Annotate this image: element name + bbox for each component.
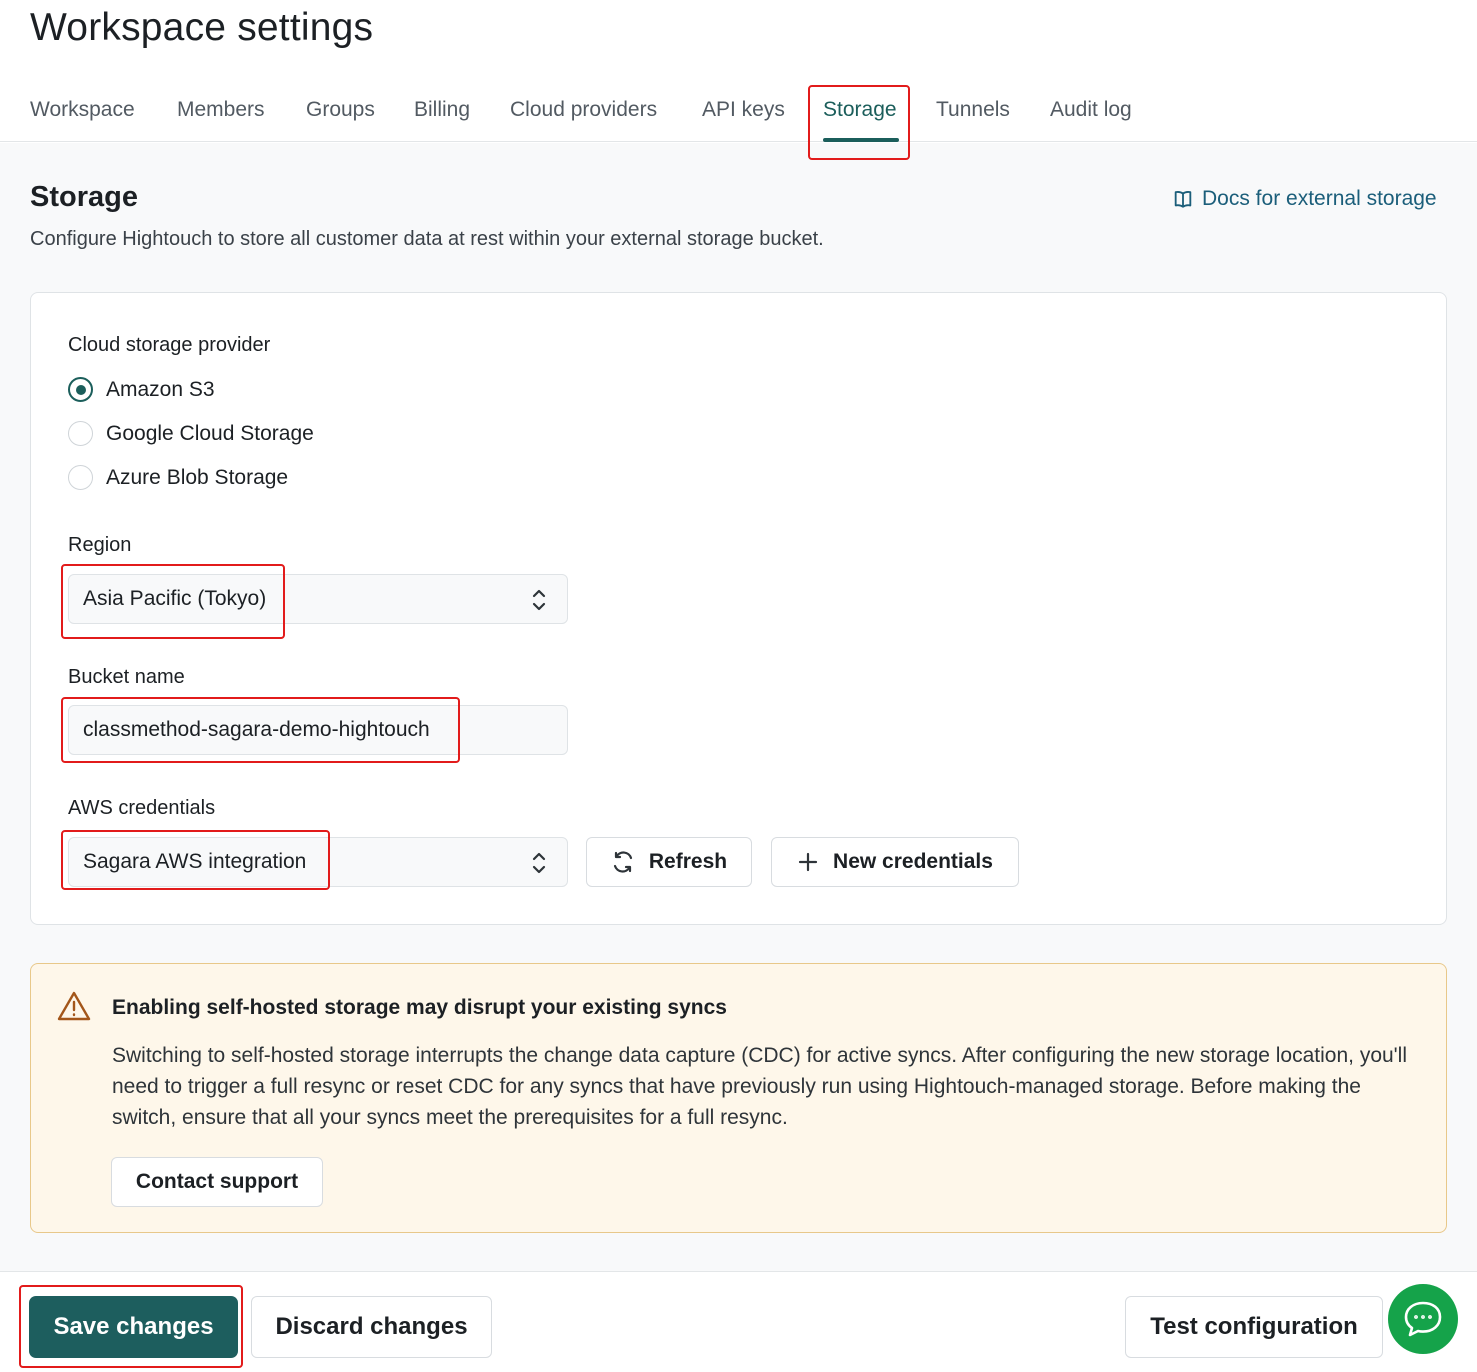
radio-button[interactable] <box>68 377 93 402</box>
region-select[interactable]: Asia Pacific (Tokyo) <box>68 574 568 624</box>
book-icon <box>1174 191 1192 208</box>
warning-body: Switching to self-hosted storage interru… <box>112 1044 1408 1129</box>
chat-bubble-icon <box>1404 1301 1442 1337</box>
docs-link[interactable]: Docs for external storage <box>1172 187 1437 211</box>
section-title: Storage <box>30 181 138 213</box>
warning-icon <box>57 991 91 1021</box>
radio-google-cloud-storage[interactable]: Google Cloud Storage <box>68 421 314 446</box>
settings-header: Workspace settings Workspace Members Gro… <box>0 0 1477 142</box>
new-credentials-label: New credentials <box>833 850 993 873</box>
tab-api-keys[interactable]: API keys <box>702 98 785 122</box>
active-tab-indicator <box>823 138 899 142</box>
refresh-icon <box>613 851 632 873</box>
contact-support-button[interactable]: Contact support <box>111 1157 323 1207</box>
bucket-name-value: classmethod-sagara-demo-hightouch <box>83 718 430 741</box>
credentials-label: AWS credentials <box>68 797 216 819</box>
bucket-name-input[interactable]: classmethod-sagara-demo-hightouch <box>68 705 568 755</box>
tab-workspace[interactable]: Workspace <box>30 98 135 122</box>
chevron-up-down-icon <box>532 852 546 874</box>
discard-changes-label: Discard changes <box>275 1313 468 1340</box>
tab-members[interactable]: Members <box>177 98 265 122</box>
warning-title: Enabling self-hosted storage may disrupt… <box>112 996 727 1019</box>
save-changes-button[interactable]: Save changes <box>29 1296 238 1358</box>
radio-label: Amazon S3 <box>106 377 215 401</box>
region-value: Asia Pacific (Tokyo) <box>83 587 267 610</box>
discard-changes-button[interactable]: Discard changes <box>251 1296 492 1358</box>
chevron-up-down-icon <box>532 589 546 611</box>
refresh-button[interactable]: Refresh <box>586 837 752 887</box>
plus-icon <box>798 852 818 872</box>
page-title: Workspace settings <box>30 6 374 49</box>
region-label: Region <box>68 534 132 556</box>
radio-azure-blob-storage[interactable]: Azure Blob Storage <box>68 465 288 490</box>
save-changes-label: Save changes <box>53 1313 214 1340</box>
docs-link-label: Docs for external storage <box>1202 187 1437 210</box>
provider-label: Cloud storage provider <box>68 334 271 356</box>
radio-button[interactable] <box>68 465 93 490</box>
refresh-label: Refresh <box>648 850 728 873</box>
contact-support-label: Contact support <box>135 1170 299 1193</box>
aws-credentials-select[interactable]: Sagara AWS integration <box>68 837 568 887</box>
test-configuration-label: Test configuration <box>1150 1313 1358 1340</box>
tab-tunnels[interactable]: Tunnels <box>936 98 1010 122</box>
tab-cloud-providers[interactable]: Cloud providers <box>510 98 657 122</box>
credentials-value: Sagara AWS integration <box>83 850 307 873</box>
radio-label: Azure Blob Storage <box>106 465 289 489</box>
tab-storage[interactable]: Storage <box>823 98 897 122</box>
tab-billing[interactable]: Billing <box>414 98 470 122</box>
new-credentials-button[interactable]: New credentials <box>771 837 1019 887</box>
radio-label: Google Cloud Storage <box>106 421 314 445</box>
tab-audit-log[interactable]: Audit log <box>1050 98 1132 122</box>
section-description: Configure Hightouch to store all custome… <box>30 228 824 250</box>
test-configuration-button[interactable]: Test configuration <box>1125 1296 1383 1358</box>
chat-button[interactable] <box>1388 1284 1458 1354</box>
radio-amazon-s3[interactable]: Amazon S3 <box>68 377 215 402</box>
tab-groups[interactable]: Groups <box>306 98 375 122</box>
radio-button[interactable] <box>68 421 93 446</box>
bucket-label: Bucket name <box>68 666 185 688</box>
